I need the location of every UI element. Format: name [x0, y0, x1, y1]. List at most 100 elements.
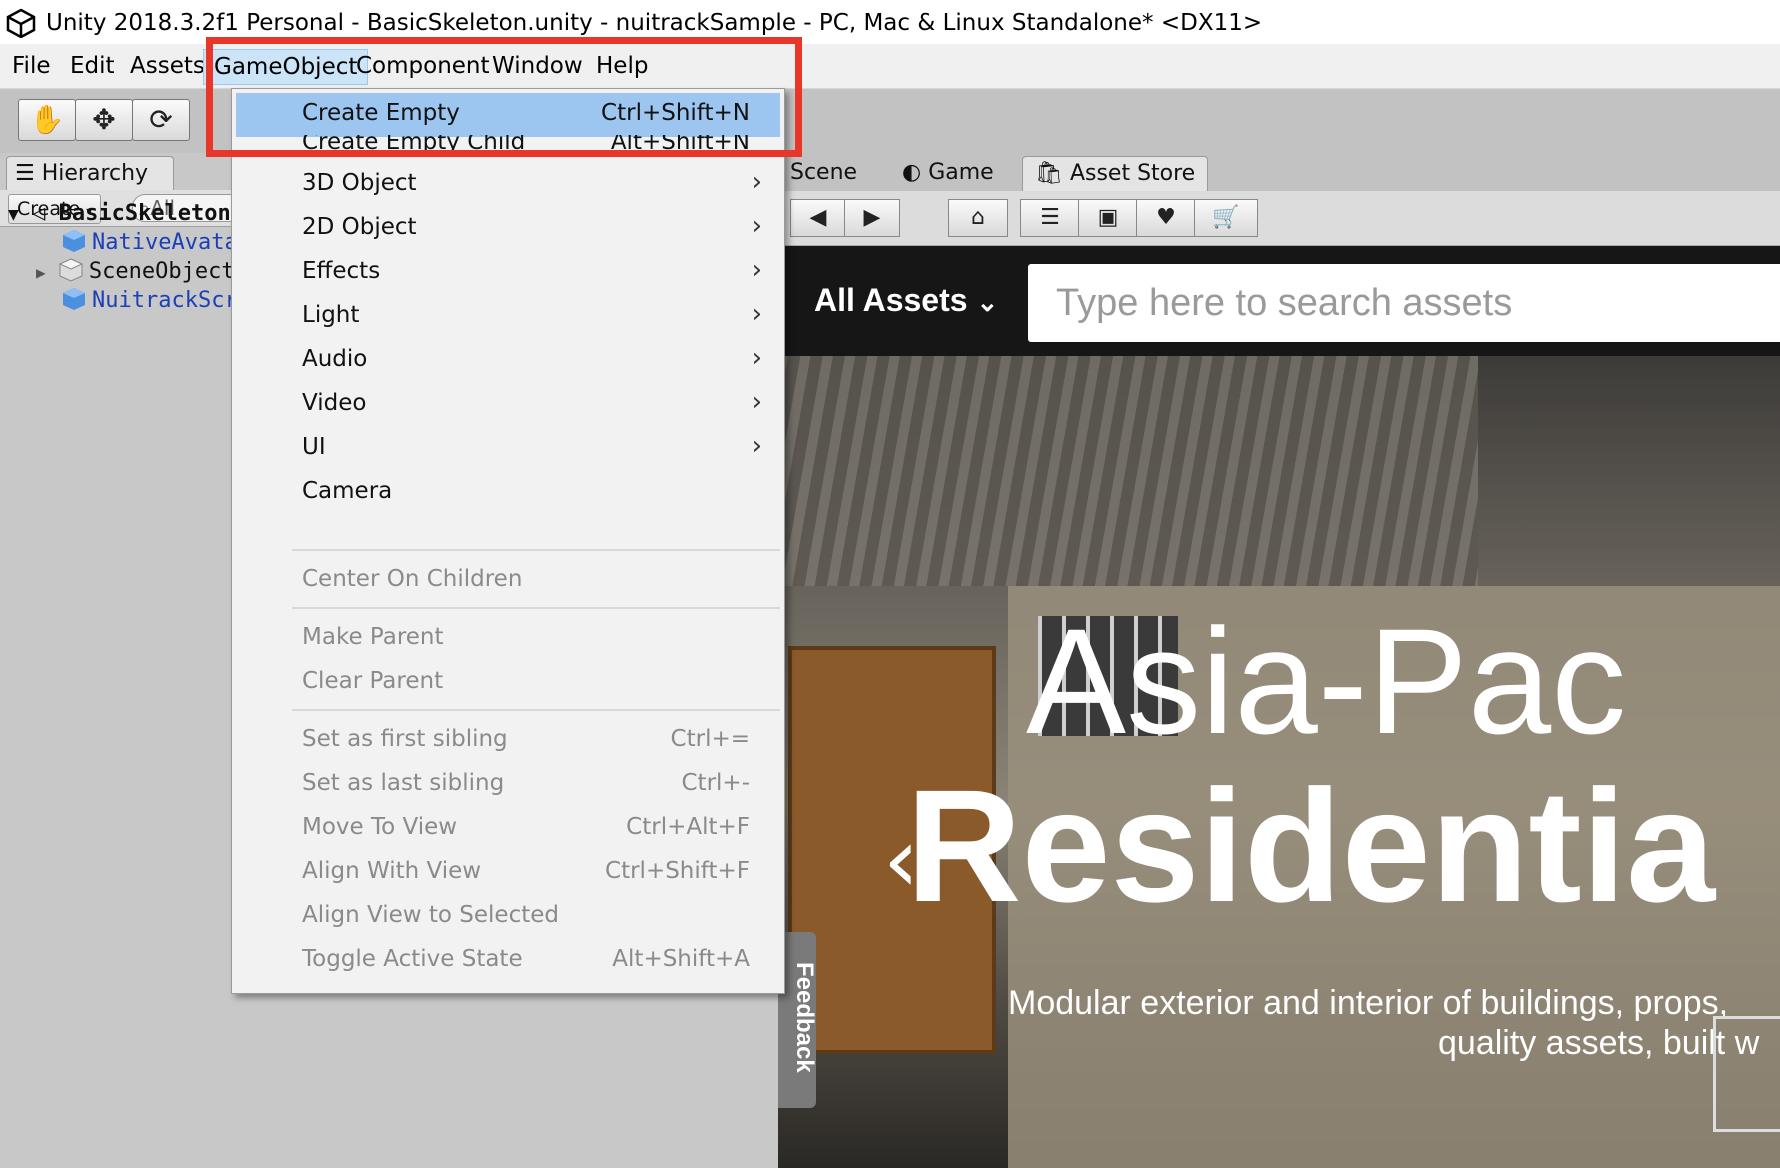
tab-label: Asset Store [1069, 161, 1196, 186]
hero-subtitle-line1: Modular exterior and interior of buildin… [1008, 984, 1729, 1022]
heart-icon: ♥ [1156, 205, 1176, 230]
menu-item-label: Center On Children [302, 566, 523, 592]
feedback-label: Feedback [791, 962, 818, 1073]
rotate-tool-button[interactable]: ⟳ [132, 99, 190, 141]
scene-name: BasicSkeleton [58, 201, 231, 226]
hero-banner[interactable]: Asia-Pac Residentia ‹ Modular exterior a… [778, 356, 1780, 1168]
menu-item-light[interactable]: Light › [232, 295, 784, 339]
asset-store-nav-bar [778, 191, 1780, 246]
chevron-right-icon: › [751, 431, 762, 461]
menu-item-align-with-view[interactable]: Align With View Ctrl+Shift+F [232, 851, 784, 895]
menu-separator [292, 549, 780, 551]
menu-item-2d-object[interactable]: 2D Object › [232, 207, 784, 251]
menu-item-shortcut: Alt+Shift+A [612, 946, 750, 972]
chevron-right-icon: › [751, 211, 762, 241]
prefab-cube-icon [63, 230, 85, 252]
hierarchy-scene-row[interactable]: ▼ ◁ BasicSkeleton [8, 198, 231, 230]
menu-item-camera[interactable]: Camera [232, 471, 784, 515]
search-placeholder: Type here to search assets [1056, 282, 1513, 324]
gameobject-menu: Create Empty Ctrl+Shift+N Create Empty C… [231, 88, 785, 994]
menu-item-set-last-sibling[interactable]: Set as last sibling Ctrl+- [232, 763, 784, 807]
menu-item-label: Video [302, 390, 367, 416]
wishlist-button[interactable]: ♥ [1136, 199, 1196, 237]
menu-item-shortcut: Ctrl+- [681, 770, 751, 796]
hero-image-roof [778, 356, 1478, 586]
chevron-right-icon: › [751, 167, 762, 197]
menu-item-label: Light [302, 302, 360, 328]
downloads-button[interactable]: ▣ [1078, 199, 1138, 237]
hierarchy-item-sceneobjects[interactable]: ▶ SceneObjects [36, 256, 248, 288]
menu-item-label: Set as first sibling [302, 726, 508, 752]
carousel-prev-button[interactable]: ‹ [883, 816, 919, 906]
menu-item-label: Align With View [302, 858, 482, 884]
tab-asset-store[interactable]: 🛍 Asset Store [1022, 156, 1209, 191]
menu-item-ui[interactable]: UI › [232, 427, 784, 471]
back-button[interactable]: ◀ [790, 199, 846, 237]
menu-edit[interactable]: Edit [70, 53, 115, 79]
move-tool-button[interactable]: ✥ [75, 99, 133, 141]
expand-arrow-icon: ▶ [36, 263, 46, 282]
menu-item-label: Align View to Selected [302, 902, 559, 928]
chevron-right-icon: ▶ [863, 205, 881, 230]
chevron-right-icon: › [751, 343, 762, 373]
game-icon: ◐ [902, 160, 922, 185]
menu-item-label: Effects [302, 258, 381, 284]
menu-item-label: Toggle Active State [302, 946, 523, 972]
menu-item-effects[interactable]: Effects › [232, 251, 784, 295]
folder-icon: ▣ [1097, 205, 1119, 230]
menu-file[interactable]: File [12, 53, 51, 79]
tab-hierarchy[interactable]: ☰ Hierarchy [6, 156, 174, 191]
unity-logo-icon [6, 8, 36, 38]
menu-item-shortcut: Ctrl+= [670, 726, 750, 752]
menu-item-make-parent[interactable]: Make Parent [232, 617, 784, 661]
menu-item-audio[interactable]: Audio › [232, 339, 784, 383]
menu-item-label: Audio [302, 346, 368, 372]
hero-title-line1: Asia-Pac [1026, 597, 1627, 765]
expand-arrow-icon: ▼ [8, 204, 19, 225]
menu-item-label: Clear Parent [302, 668, 444, 694]
window-title: Unity 2018.3.2f1 Personal - BasicSkeleto… [46, 10, 1263, 36]
hero-cta-outline[interactable] [1713, 1016, 1780, 1132]
menu-item-label: 3D Object [302, 170, 417, 196]
menu-item-video[interactable]: Video › [232, 383, 784, 427]
hierarchy-item-nativeavatar[interactable]: NativeAvatar [62, 227, 251, 259]
gameobject-cube-icon [58, 258, 83, 282]
menu-item-label: Set as last sibling [302, 770, 505, 796]
menu-item-clear-parent[interactable]: Clear Parent [232, 661, 784, 705]
tab-scene[interactable]: Scene [778, 156, 869, 190]
menu-item-shortcut: Ctrl+Alt+F [626, 814, 750, 840]
category-label: All Assets [814, 282, 968, 318]
home-button[interactable]: ⌂ [948, 199, 1008, 237]
menu-item-set-first-sibling[interactable]: Set as first sibling Ctrl+= [232, 719, 784, 763]
tab-game[interactable]: ◐ Game [890, 156, 1006, 190]
hierarchy-tab-label: Hierarchy [41, 161, 149, 186]
list-button[interactable]: ☰ [1020, 199, 1080, 237]
menu-item-label: Make Parent [302, 624, 444, 650]
menu-item-label: Move To View [302, 814, 458, 840]
asset-search-input[interactable]: Type here to search assets [1028, 264, 1780, 342]
cart-icon: 🛒 [1212, 205, 1240, 230]
hand-tool-button[interactable]: ✋ [18, 99, 76, 141]
menu-item-align-view-to-selected[interactable]: Align View to Selected [232, 895, 784, 939]
menu-item-label: UI [302, 434, 326, 460]
tab-label: Game [928, 160, 994, 185]
hero-title-line2: Residentia [906, 756, 1716, 935]
cart-button[interactable]: 🛒 [1194, 199, 1258, 237]
home-icon: ⌂ [971, 205, 985, 230]
chevron-down-icon: ⌄ [976, 287, 999, 317]
menu-item-move-to-view[interactable]: Move To View Ctrl+Alt+F [232, 807, 784, 851]
item-label: NativeAvatar [92, 230, 251, 255]
hero-subtitle-line2: quality assets, built w [1438, 1024, 1760, 1062]
menu-item-toggle-active-state[interactable]: Toggle Active State Alt+Shift+A [232, 939, 784, 983]
forward-button[interactable]: ▶ [844, 199, 900, 237]
menu-item-3d-object[interactable]: 3D Object › [232, 163, 784, 207]
menu-separator [292, 709, 780, 711]
move-icon: ✥ [92, 103, 116, 136]
menu-assets[interactable]: Assets [130, 53, 205, 79]
chevron-right-icon: › [751, 299, 762, 329]
highlight-callout-box [206, 37, 802, 157]
menu-item-label: Camera [302, 478, 393, 504]
menu-item-center-on-children[interactable]: Center On Children [232, 559, 784, 603]
chevron-right-icon: › [751, 255, 762, 285]
category-dropdown[interactable]: All Assets ⌄ [814, 282, 998, 319]
